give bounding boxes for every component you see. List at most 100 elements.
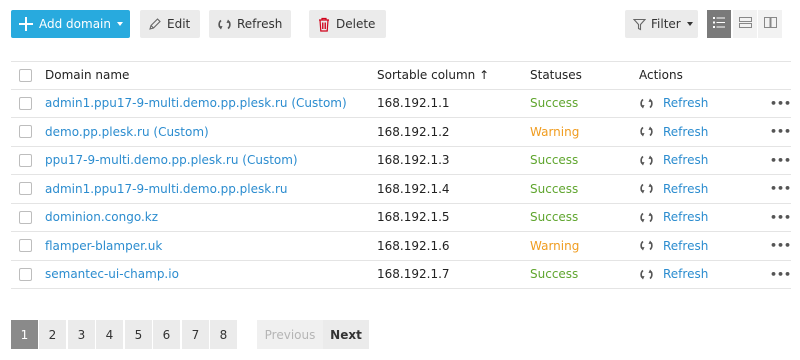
domain-link[interactable]: admin1.ppu17-9-multi.demo.pp.plesk.ru (C… xyxy=(45,96,347,110)
tiles-view-icon xyxy=(738,17,752,31)
filter-button[interactable]: Filter xyxy=(625,10,698,38)
page-button-7[interactable]: 7 xyxy=(182,320,209,349)
row-refresh-link[interactable]: Refresh xyxy=(663,153,708,167)
page-button-8[interactable]: 8 xyxy=(210,320,237,349)
domain-link[interactable]: flamper-blamper.uk xyxy=(45,239,162,253)
page-button-2[interactable]: 2 xyxy=(39,320,66,349)
row-refresh-action[interactable]: Refresh xyxy=(639,181,708,196)
row-refresh-link[interactable]: Refresh xyxy=(663,210,708,224)
row-checkbox[interactable] xyxy=(19,210,32,224)
more-icon[interactable]: ••• xyxy=(770,154,791,167)
domain-link[interactable]: demo.pp.plesk.ru (Custom) xyxy=(45,125,209,139)
table-row: admin1.ppu17-9-multi.demo.pp.plesk.ru (C… xyxy=(11,90,791,118)
domain-link[interactable]: admin1.ppu17-9-multi.demo.pp.plesk.ru xyxy=(45,182,288,196)
column-header-domain[interactable]: Domain name xyxy=(45,68,129,82)
table-row: ppu17-9-multi.demo.pp.plesk.ru (Custom) … xyxy=(11,147,791,175)
more-icon[interactable]: ••• xyxy=(770,125,791,138)
row-checkbox[interactable] xyxy=(19,96,32,110)
previous-page-button[interactable]: Previous xyxy=(257,320,323,349)
row-refresh-action[interactable]: Refresh xyxy=(639,210,708,225)
row-checkbox[interactable] xyxy=(19,125,32,139)
more-icon[interactable]: ••• xyxy=(770,239,791,252)
more-icon[interactable]: ••• xyxy=(770,211,791,224)
status-badge: Warning xyxy=(530,124,580,139)
refresh-icon xyxy=(217,17,232,32)
refresh-button[interactable]: Refresh xyxy=(209,10,291,38)
filter-label: Filter xyxy=(651,17,681,31)
row-refresh-link[interactable]: Refresh xyxy=(663,239,708,253)
row-refresh-action[interactable]: Refresh xyxy=(639,267,708,282)
delete-label: Delete xyxy=(336,17,376,31)
delete-button[interactable]: Delete xyxy=(309,10,386,38)
page-button-6[interactable]: 6 xyxy=(153,320,180,349)
refresh-icon xyxy=(639,153,654,168)
more-icon[interactable]: ••• xyxy=(770,268,791,281)
select-all-checkbox[interactable] xyxy=(19,68,32,82)
ip-cell: 168.192.1.6 xyxy=(377,238,450,253)
status-badge: Success xyxy=(530,210,579,225)
table-row: semantec-ui-champ.io 168.192.1.7 Success… xyxy=(11,261,791,289)
chevron-down-icon xyxy=(686,22,693,26)
row-refresh-action[interactable]: Refresh xyxy=(639,124,708,139)
cards-view-button[interactable] xyxy=(758,10,782,38)
ip-cell: 168.192.1.5 xyxy=(377,210,450,225)
row-refresh-action[interactable]: Refresh xyxy=(639,96,708,111)
row-refresh-link[interactable]: Refresh xyxy=(663,125,708,139)
table-row: flamper-blamper.uk 168.192.1.6 Warning R… xyxy=(11,232,791,261)
table-row: demo.pp.plesk.ru (Custom) 168.192.1.2 Wa… xyxy=(11,118,791,147)
edit-label: Edit xyxy=(167,17,191,31)
next-page-button[interactable]: Next xyxy=(323,320,369,349)
row-checkbox[interactable] xyxy=(19,153,32,167)
status-badge: Warning xyxy=(530,238,580,253)
row-refresh-link[interactable]: Refresh xyxy=(663,96,708,110)
domain-link[interactable]: ppu17-9-multi.demo.pp.plesk.ru (Custom) xyxy=(45,153,298,167)
status-badge: Success xyxy=(530,267,579,282)
refresh-icon xyxy=(639,238,654,253)
add-domain-button[interactable]: Add domain xyxy=(11,10,130,38)
table-row: admin1.ppu17-9-multi.demo.pp.plesk.ru 16… xyxy=(11,175,791,204)
list-view-button[interactable] xyxy=(707,10,731,38)
chevron-down-icon xyxy=(117,22,123,26)
ip-cell: 168.192.1.2 xyxy=(377,124,450,139)
table-row: dominion.congo.kz 168.192.1.5 Success Re… xyxy=(11,204,791,232)
row-checkbox[interactable] xyxy=(19,267,32,281)
row-refresh-link[interactable]: Refresh xyxy=(663,182,708,196)
table-header: Domain name Sortable column ↑ Statuses A… xyxy=(11,61,791,90)
plus-icon xyxy=(19,17,33,31)
column-header-actions: Actions xyxy=(639,68,683,83)
row-refresh-link[interactable]: Refresh xyxy=(663,267,708,281)
refresh-icon xyxy=(639,124,654,139)
row-checkbox[interactable] xyxy=(19,182,32,196)
row-checkbox[interactable] xyxy=(19,239,32,253)
refresh-icon xyxy=(639,210,654,225)
domain-link[interactable]: semantec-ui-champ.io xyxy=(45,267,179,281)
status-badge: Success xyxy=(530,153,579,168)
refresh-icon xyxy=(639,96,654,111)
column-header-statuses: Statuses xyxy=(530,68,582,83)
page-button-3[interactable]: 3 xyxy=(68,320,95,349)
edit-button[interactable]: Edit xyxy=(140,10,200,38)
add-domain-label: Add domain xyxy=(39,17,111,31)
pencil-icon xyxy=(148,17,162,31)
page-button-5[interactable]: 5 xyxy=(125,320,152,349)
column-header-sortable[interactable]: Sortable column ↑ xyxy=(377,68,489,82)
refresh-icon xyxy=(639,181,654,196)
domains-table: Domain name Sortable column ↑ Statuses A… xyxy=(11,61,791,289)
domain-link[interactable]: dominion.congo.kz xyxy=(45,210,158,224)
status-badge: Success xyxy=(530,96,579,111)
ip-cell: 168.192.1.7 xyxy=(377,267,450,282)
row-refresh-action[interactable]: Refresh xyxy=(639,238,708,253)
ip-cell: 168.192.1.3 xyxy=(377,153,450,168)
row-refresh-action[interactable]: Refresh xyxy=(639,153,708,168)
cards-view-icon xyxy=(763,17,777,31)
status-badge: Success xyxy=(530,181,579,196)
more-icon[interactable]: ••• xyxy=(770,182,791,195)
page-button-1[interactable]: 1 xyxy=(11,320,38,349)
ip-cell: 168.192.1.1 xyxy=(377,96,450,111)
page-button-4[interactable]: 4 xyxy=(96,320,123,349)
toolbar: Add domain Edit Refresh Delete Filter xyxy=(11,10,791,38)
tiles-view-button[interactable] xyxy=(733,10,757,38)
refresh-icon xyxy=(639,267,654,282)
more-icon[interactable]: ••• xyxy=(770,97,791,110)
list-view-icon xyxy=(713,17,725,31)
